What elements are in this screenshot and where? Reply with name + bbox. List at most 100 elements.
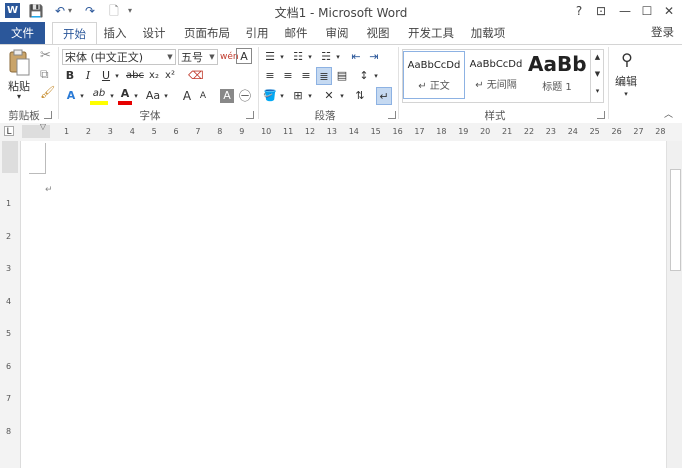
shrink-font-button[interactable]: A [196, 87, 210, 105]
tab-home[interactable]: 开始 [52, 22, 97, 44]
strikethrough-button[interactable]: abc [125, 67, 145, 85]
clipboard-launcher-icon[interactable] [44, 111, 52, 119]
tab-mailings[interactable]: 邮件 [283, 22, 309, 44]
format-painter-icon[interactable]: 🖌 [40, 85, 55, 99]
font-name-combobox[interactable]: 宋体 (中文正文) ▼ [62, 49, 176, 65]
tab-file[interactable]: 文件 [0, 22, 45, 44]
grow-font-button[interactable]: A [180, 87, 194, 105]
vertical-ruler[interactable]: 1 2 3 4 5 6 7 8 [0, 141, 21, 468]
bold-button[interactable]: B [63, 67, 77, 85]
font-color-button[interactable]: A [118, 87, 132, 105]
style-no-spacing-name: ↵ 无间隔 [475, 80, 517, 91]
style-no-spacing[interactable]: AaBbCcDd ↵ 无间隔 [466, 50, 526, 100]
styles-scroll-up-icon[interactable]: ▲ [591, 49, 604, 65]
tab-references[interactable]: 引用 [244, 22, 270, 44]
copy-icon[interactable]: ⧉ [40, 67, 54, 81]
ruler-tick-label: 7 [195, 127, 201, 136]
ruler-tick-label: 20 [480, 127, 491, 136]
ruler-tick-label: 11 [283, 127, 294, 136]
document-canvas[interactable]: ↵ [21, 141, 666, 468]
tab-design[interactable]: 设计 [139, 22, 169, 44]
tab-view[interactable]: 视图 [365, 22, 391, 44]
pinyin-guide-icon[interactable]: wén [220, 48, 239, 66]
group-divider [398, 47, 399, 119]
change-case-dropdown-icon[interactable]: ▾ [162, 87, 170, 105]
horizontal-ruler[interactable]: L ▽ 1 2 3 4 5 6 7 8 9 10 11 12 13 14 15 16 17 18 19 20 21 22 2… [0, 123, 682, 142]
char-border-icon[interactable]: A [236, 48, 252, 64]
borders-icon[interactable]: ⊞ [290, 87, 306, 105]
align-center-icon[interactable]: ≡ [280, 67, 296, 85]
maximize-button[interactable]: ☐ [638, 2, 656, 20]
tab-developer[interactable]: 开发工具 [405, 22, 457, 44]
decrease-indent-icon[interactable]: ⇤ [348, 48, 364, 66]
sort-icon[interactable]: ⇅ [352, 87, 368, 105]
vertical-scrollbar[interactable] [666, 141, 682, 468]
tab-insert[interactable]: 插入 [100, 22, 130, 44]
shading-icon[interactable]: 🪣 [262, 87, 278, 105]
char-shading-button[interactable]: A [220, 89, 234, 103]
styles-more-icon[interactable]: ▾ [591, 83, 604, 99]
highlight-dropdown-icon[interactable]: ▾ [108, 87, 116, 105]
styles-scroll-down-icon[interactable]: ▼ [591, 66, 604, 82]
style-normal[interactable]: AaBbCcDd ↵ 正文 [403, 51, 465, 99]
text-effects-button[interactable]: A [64, 87, 78, 105]
underline-button[interactable]: U [99, 67, 113, 85]
cut-icon[interactable]: ✂ [40, 49, 54, 63]
tab-review[interactable]: 审阅 [324, 22, 350, 44]
scrollbar-thumb[interactable] [670, 169, 681, 271]
margin-corner-mark [29, 143, 46, 174]
show-marks-icon[interactable]: ↵ [376, 87, 392, 105]
tab-page-layout[interactable]: 页面布局 [182, 22, 232, 44]
vertical-ruler-tick-label: 6 [6, 361, 12, 371]
numbering-dropdown-icon[interactable]: ▾ [306, 48, 314, 66]
paragraph-mark[interactable]: ↵ [45, 185, 53, 195]
font-group-label: 字体 [139, 110, 161, 122]
text-effects-dropdown-icon[interactable]: ▾ [78, 87, 86, 105]
multilevel-list-icon[interactable]: ☵ [318, 48, 334, 66]
numbering-icon[interactable]: ☷ [290, 48, 306, 66]
tab-add-ins[interactable]: 加载项 [468, 22, 508, 44]
line-spacing-dropdown-icon[interactable]: ▾ [372, 67, 380, 85]
minimize-button[interactable]: — [616, 2, 634, 20]
clipboard-group-label: 剪贴板 [8, 110, 40, 122]
font-color-dropdown-icon[interactable]: ▾ [132, 87, 140, 105]
italic-button[interactable]: I [81, 67, 95, 85]
styles-launcher-icon[interactable] [597, 111, 605, 119]
enclose-characters-button[interactable]: ㊀ [238, 87, 252, 105]
login-link[interactable]: 登录 [651, 24, 674, 40]
ribbon-display-options-icon[interactable]: ⊡ [592, 2, 610, 20]
font-size-combobox[interactable]: 五号 ▼ [178, 49, 218, 65]
underline-dropdown-icon[interactable]: ▾ [113, 67, 121, 85]
superscript-button[interactable]: x² [163, 67, 177, 85]
shading-dropdown-icon[interactable]: ▾ [278, 87, 286, 105]
line-spacing-icon[interactable]: ↕ [356, 67, 372, 85]
font-launcher-icon[interactable] [246, 111, 254, 119]
clear-formatting-icon[interactable]: ⌫ [188, 67, 204, 85]
justify-icon[interactable]: ≣ [316, 67, 332, 85]
styles-scroll: ▲ ▼ ▾ [590, 49, 604, 103]
bullets-icon[interactable]: ☰ [262, 48, 278, 66]
change-case-button[interactable]: Aa [144, 87, 162, 105]
help-button[interactable]: ? [570, 2, 588, 20]
bullets-dropdown-icon[interactable]: ▾ [278, 48, 286, 66]
font-name-dropdown-icon[interactable]: ▼ [165, 50, 175, 64]
editing-dropdown-icon[interactable]: ▾ [620, 89, 632, 99]
distributed-icon[interactable]: ▤ [334, 67, 350, 85]
multilevel-dropdown-icon[interactable]: ▾ [334, 48, 342, 66]
subscript-button[interactable]: x₂ [147, 67, 161, 85]
collapse-ribbon-icon[interactable]: ︿ [664, 107, 673, 120]
align-left-icon[interactable]: ≡ [262, 67, 278, 85]
chinese-layout-icon[interactable]: ✕ [320, 87, 338, 105]
paste-icon[interactable] [6, 49, 32, 79]
font-size-dropdown-icon[interactable]: ▼ [207, 50, 217, 64]
style-heading-1[interactable]: AaBb 标题 1 [528, 50, 586, 100]
paragraph-launcher-icon[interactable] [388, 111, 396, 119]
align-right-icon[interactable]: ≡ [298, 67, 314, 85]
chinese-layout-dropdown-icon[interactable]: ▾ [338, 87, 346, 105]
borders-dropdown-icon[interactable]: ▾ [306, 87, 314, 105]
close-button[interactable]: ✕ [660, 2, 678, 20]
binoculars-icon[interactable]: ⚲ [616, 49, 638, 71]
paste-dropdown-icon[interactable]: ▾ [12, 92, 26, 102]
increase-indent-icon[interactable]: ⇥ [366, 48, 382, 66]
highlight-button[interactable]: ab [90, 87, 108, 105]
